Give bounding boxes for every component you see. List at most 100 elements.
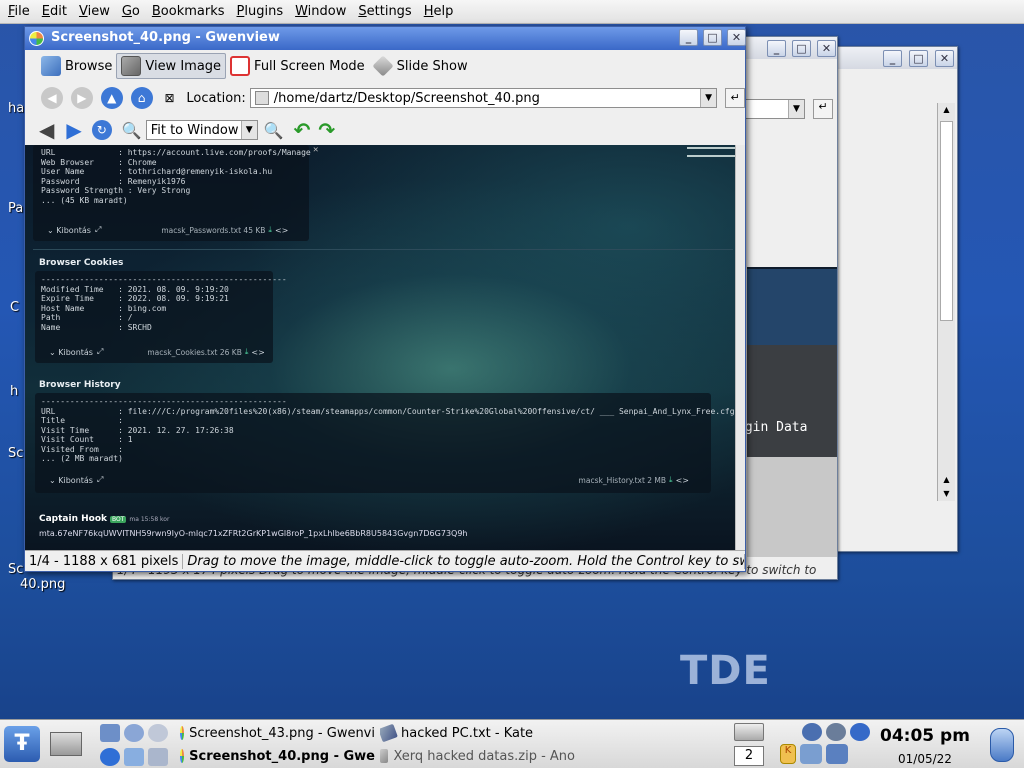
desktop-icon-label[interactable]: 40.png	[20, 577, 65, 592]
zoom-combo[interactable]: Fit to Window ▼	[145, 120, 258, 140]
network-icon[interactable]	[800, 744, 822, 764]
pager-icon[interactable]	[734, 723, 764, 741]
location-combo[interactable]: /home/dartz/Desktop/Screenshot_40.png ▼	[249, 88, 718, 108]
menu-edit[interactable]: Edit	[36, 0, 73, 24]
zoom-icon[interactable]: 🔍	[264, 121, 284, 140]
image-vertical-scrollbar[interactable]	[735, 145, 745, 552]
download-icon[interactable]: ⤓	[669, 475, 673, 485]
background-window-titlebar[interactable]: _ □ ✕	[837, 47, 957, 69]
quicklaunch-icon[interactable]	[148, 724, 168, 742]
scroll-up-icon[interactable]: ▲	[940, 105, 953, 119]
klipper-icon[interactable]: K	[780, 744, 796, 764]
close-icon[interactable]: ✕	[727, 29, 746, 46]
reload-icon[interactable]: ↻	[91, 120, 112, 140]
menu-plugins[interactable]: Plugins	[231, 0, 290, 24]
quicklaunch-icon[interactable]	[148, 748, 168, 766]
go-icon[interactable]: ↵	[725, 88, 745, 108]
expand-icon[interactable]: ⤢	[95, 225, 101, 235]
update-icon[interactable]	[850, 723, 870, 741]
clock-time[interactable]: 04:05 pm	[880, 726, 980, 746]
desktop-pager[interactable]: 2	[734, 746, 764, 766]
up-icon[interactable]: ▲	[100, 87, 123, 109]
download-icon[interactable]: ⤓	[245, 347, 249, 357]
volume-icon[interactable]	[802, 723, 822, 741]
tray-app-icon[interactable]	[826, 723, 846, 741]
expand-icon[interactable]: ⤢	[97, 475, 103, 485]
expand-chevron-icon[interactable]: ⌄	[47, 226, 56, 235]
chevron-down-icon[interactable]: ▼	[700, 89, 717, 107]
background-window-right[interactable]: _ □ ✕ ▲ ▲ ▼	[836, 46, 958, 552]
desktop-icon-label[interactable]: Pa	[8, 201, 23, 216]
chevron-down-icon[interactable]: ▼	[240, 121, 257, 139]
previous-image-icon[interactable]: ◀	[39, 118, 54, 142]
menu-file[interactable]: File	[2, 0, 36, 24]
expand-chevron-icon[interactable]: ⌄	[49, 348, 58, 357]
desktop-icon-label[interactable]: Sc	[8, 562, 23, 577]
expand-icon[interactable]: ⤢	[97, 347, 103, 357]
chevron-down-icon[interactable]: ▼	[788, 100, 804, 118]
close-icon[interactable]: ✕	[313, 145, 318, 155]
start-menu-icon[interactable]: Ŧ	[4, 726, 40, 762]
location-input[interactable]: /home/dartz/Desktop/Screenshot_40.png	[274, 91, 540, 106]
menu-go[interactable]: Go	[116, 0, 146, 24]
rotate-right-icon[interactable]: ↷	[318, 118, 335, 142]
maximize-icon[interactable]: □	[703, 29, 722, 46]
quicklaunch-icon[interactable]	[124, 748, 144, 766]
code-icon[interactable]: <>	[275, 226, 288, 235]
maximize-icon[interactable]: □	[909, 50, 928, 67]
view-image-button[interactable]: View Image	[116, 53, 227, 79]
trash-icon[interactable]	[990, 728, 1014, 762]
download-icon[interactable]: ⤓	[268, 225, 272, 235]
menu-view[interactable]: View	[73, 0, 116, 24]
image-viewport[interactable]: URL : https://account.live.com/proofs/Ma…	[25, 145, 735, 552]
home-icon[interactable]: ⌂	[130, 87, 153, 109]
gwenview-window[interactable]: Screenshot_40.png - Gwenview _ □ ✕ Brows…	[24, 26, 746, 572]
show-desktop-icon[interactable]	[50, 732, 82, 756]
code-icon[interactable]: <>	[676, 476, 689, 485]
clock-date[interactable]: 01/05/22	[898, 752, 978, 766]
taskbar-task[interactable]: hacked PC.txt - Kate	[380, 722, 580, 744]
menu-bookmarks[interactable]: Bookmarks	[146, 0, 231, 24]
desktop-icon-label[interactable]: Sc	[8, 446, 23, 461]
menu-window[interactable]: Window	[289, 0, 352, 24]
desktop-icon-label[interactable]: C	[10, 300, 19, 315]
slide-show-button[interactable]: Slide Show	[369, 53, 472, 79]
expand-label[interactable]: Kibontás	[56, 226, 91, 235]
expand-chevron-icon[interactable]: ⌄	[49, 476, 58, 485]
minimize-icon[interactable]: _	[883, 50, 902, 67]
auto-zoom-icon[interactable]: 🔍	[122, 121, 142, 140]
minimize-icon[interactable]: _	[767, 40, 786, 57]
desktop-icon-label[interactable]: h	[10, 384, 18, 399]
quicklaunch-icon[interactable]	[124, 724, 144, 742]
taskbar-task[interactable]: Screenshot_43.png - Gwenvi	[180, 722, 375, 744]
code-icon[interactable]: <>	[251, 348, 264, 357]
vertical-scrollbar[interactable]: ▲ ▲ ▼	[937, 103, 955, 501]
menu-help[interactable]: Help	[418, 0, 460, 24]
window-titlebar[interactable]: Screenshot_40.png - Gwenview _ □ ✕	[25, 27, 746, 50]
menu-settings[interactable]: Settings	[352, 0, 417, 24]
close-icon[interactable]: ✕	[817, 40, 836, 57]
rotate-left-icon[interactable]: ↶	[294, 118, 311, 142]
quicklaunch-icon[interactable]	[100, 748, 120, 766]
minimize-icon[interactable]: _	[679, 29, 698, 46]
browse-button[interactable]: Browse	[37, 53, 116, 79]
expand-label[interactable]: Kibontás	[58, 476, 93, 485]
scrollbar-thumb[interactable]	[940, 121, 953, 321]
desktop-icon-label[interactable]: ha	[8, 101, 24, 116]
next-image-icon[interactable]: ▶	[66, 118, 81, 142]
scroll-up-icon[interactable]: ▲	[940, 475, 953, 489]
network-icon[interactable]	[826, 744, 848, 764]
maximize-icon[interactable]: □	[792, 40, 811, 57]
close-icon[interactable]: ✕	[935, 50, 954, 67]
clear-location-icon[interactable]: ⊠	[165, 91, 181, 105]
full-screen-button[interactable]: Full Screen Mode	[226, 53, 369, 79]
forward-icon[interactable]: ▶	[70, 87, 93, 109]
taskbar-task[interactable]: Xerq hacked datas.zip - Ano	[380, 745, 575, 767]
back-icon[interactable]: ◀	[41, 87, 63, 109]
go-icon[interactable]: ↵	[813, 99, 833, 119]
location-combo[interactable]: ▼	[743, 99, 805, 119]
quicklaunch-icon[interactable]	[100, 724, 120, 742]
taskbar-task-active[interactable]: Screenshot_40.png - Gwe	[180, 745, 375, 767]
expand-label[interactable]: Kibontás	[58, 348, 93, 357]
scroll-down-icon[interactable]: ▼	[940, 489, 953, 503]
